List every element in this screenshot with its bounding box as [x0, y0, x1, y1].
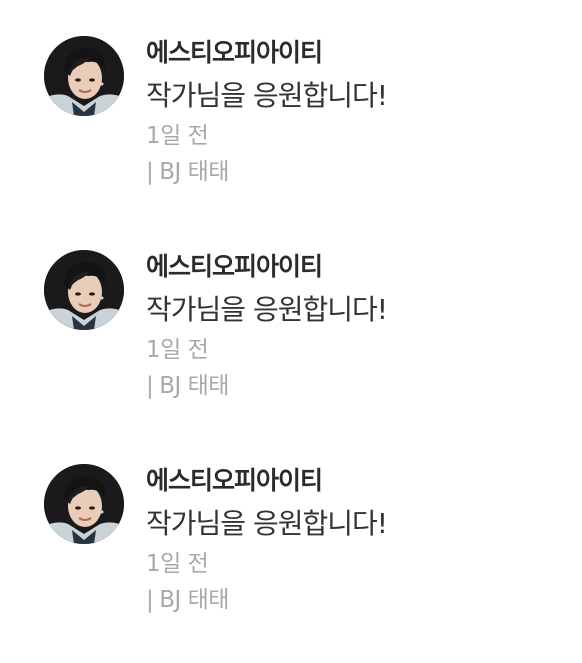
comment-content: 에스티오피아이티 작가님을 응원합니다! 1일 전 | BJ 태태	[146, 250, 388, 402]
comment-content: 에스티오피아이티 작가님을 응원합니다! 1일 전 | BJ 태태	[146, 464, 388, 616]
comment-message: 작가님을 응원합니다!	[146, 507, 388, 540]
source-divider: |	[146, 159, 154, 185]
comment-source: | BJ 태태	[146, 584, 387, 616]
comment-content: 에스티오피아이티 작가님을 응원합니다! 1일 전 | BJ 태태	[146, 36, 388, 188]
comment-item: 에스티오피아이티 작가님을 응원합니다! 1일 전 | BJ 태태	[0, 214, 582, 404]
comment-timestamp: 1일 전	[146, 551, 209, 577]
source-name: BJ 태태	[159, 373, 229, 399]
user-avatar[interactable]	[44, 464, 124, 544]
comment-username[interactable]: 에스티오피아이티	[146, 464, 387, 498]
comment-message: 작가님을 응원합니다!	[146, 79, 388, 112]
source-divider: |	[146, 587, 154, 613]
profile-photo-icon	[44, 250, 124, 330]
comment-message: 작가님을 응원합니다!	[146, 293, 388, 326]
comment-source: | BJ 태태	[146, 156, 387, 188]
comment-item: 에스티오피아이티 작가님을 응원합니다! 1일 전 | BJ 태태	[0, 428, 582, 618]
source-divider: |	[146, 373, 154, 399]
comment-item: 에스티오피아이티 작가님을 응원합니다! 1일 전 | BJ 태태	[0, 0, 582, 190]
source-name: BJ 태태	[159, 159, 229, 185]
comment-username[interactable]: 에스티오피아이티	[146, 250, 387, 284]
comment-username[interactable]: 에스티오피아이티	[146, 36, 387, 70]
user-avatar[interactable]	[44, 36, 124, 116]
source-name: BJ 태태	[159, 587, 229, 613]
comment-list: 에스티오피아이티 작가님을 응원합니다! 1일 전 | BJ 태태 에스티오피아이…	[0, 0, 582, 663]
comment-timestamp: 1일 전	[146, 123, 209, 149]
profile-photo-icon	[44, 36, 124, 116]
user-avatar[interactable]	[44, 250, 124, 330]
profile-photo-icon	[44, 464, 124, 544]
comment-source: | BJ 태태	[146, 370, 387, 402]
comment-timestamp: 1일 전	[146, 337, 209, 363]
